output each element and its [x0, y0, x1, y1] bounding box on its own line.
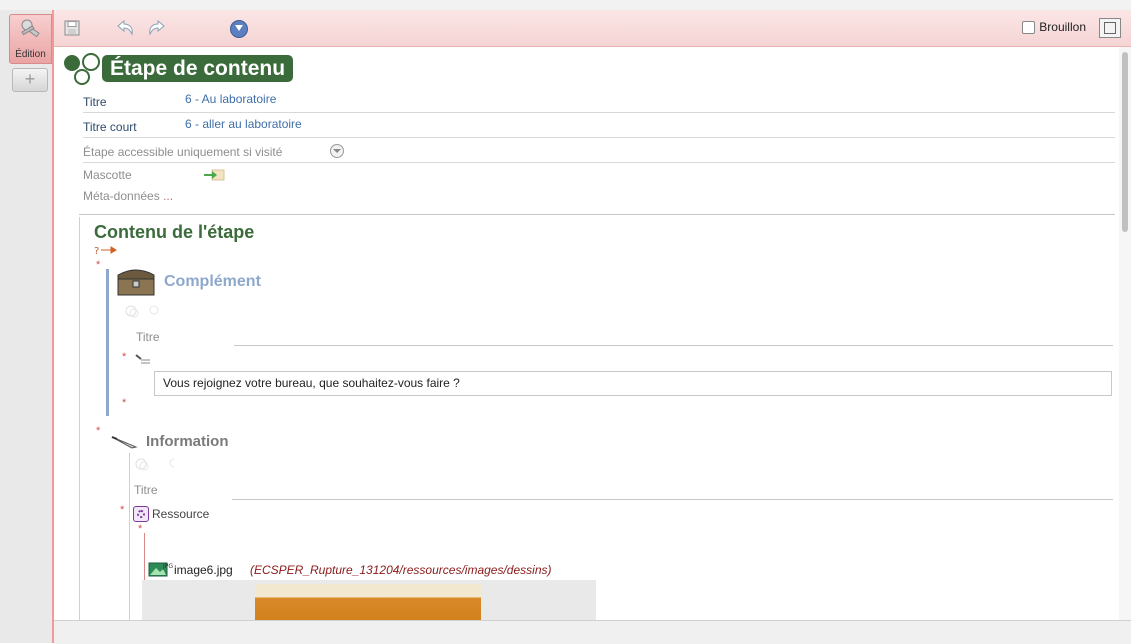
redo-button[interactable]	[146, 18, 166, 38]
tab-edition-label: Édition	[15, 49, 46, 60]
title-field-row: Titre 6 - Au laboratoire	[83, 92, 1115, 113]
undo-button[interactable]	[116, 18, 136, 38]
required-marker: *	[96, 425, 101, 437]
redo-icon	[149, 19, 165, 36]
title-input[interactable]: 6 - Au laboratoire	[185, 92, 276, 106]
tab-edition[interactable]: Édition	[9, 14, 52, 64]
options-circles-icon[interactable]	[134, 457, 174, 471]
information-title-label: Titre	[134, 483, 158, 497]
draft-checkbox[interactable]	[1022, 20, 1036, 34]
pencil-icon	[111, 436, 138, 449]
step-heading: Étape de contenu	[102, 55, 294, 82]
vertical-scrollbar[interactable]	[1119, 47, 1131, 620]
toolbar: Brouillon	[54, 10, 1131, 47]
image-path: (ECSPER_Rupture_131204/ressources/images…	[250, 563, 552, 577]
complement-title-input[interactable]	[234, 345, 1113, 346]
resource-label: Ressource	[152, 507, 210, 521]
complement-text-input[interactable]: Vous rejoignez votre bureau, que souhait…	[154, 371, 1112, 396]
visited-dropdown[interactable]	[330, 144, 344, 158]
complement-heading: Complément	[164, 273, 261, 290]
maximize-button[interactable]	[1099, 18, 1121, 38]
required-marker: *	[138, 523, 143, 535]
mascot-label: Mascotte	[83, 168, 132, 182]
required-marker: *	[96, 259, 101, 271]
plus-icon: +	[24, 69, 36, 89]
draft-label: Brouillon	[1039, 20, 1086, 34]
info-menu-button[interactable]	[230, 20, 248, 38]
draft-toggle[interactable]: Brouillon	[1022, 20, 1086, 34]
information-heading: Information	[146, 433, 229, 450]
undo-icon	[117, 19, 133, 36]
complement-bar	[106, 269, 109, 416]
step-circles-icon	[62, 51, 102, 87]
content-divider	[79, 214, 1115, 215]
metadata-row[interactable]: Méta-données ...	[83, 189, 173, 203]
treasure-chest-icon	[117, 269, 155, 296]
mascot-row: Mascotte	[83, 168, 225, 182]
information-tree-line	[129, 453, 130, 620]
resource-gear-icon[interactable]	[133, 506, 149, 522]
metadata-label: Méta-données	[83, 189, 160, 203]
title-label: Titre	[83, 95, 107, 109]
content-tree-line	[79, 217, 80, 620]
bottom-status-bar	[54, 620, 1131, 644]
image-thumbnail	[255, 584, 481, 620]
editor-content: Étape de contenu Titre 6 - Au laboratoir…	[54, 47, 1119, 620]
left-tab-bar: Édition +	[0, 10, 54, 643]
content-heading: Contenu de l'étape	[94, 222, 255, 242]
svg-text:?: ?	[94, 246, 99, 256]
metadata-more[interactable]: ...	[163, 189, 173, 203]
svg-text:JPG: JPG	[162, 563, 173, 570]
jpg-file-icon: JPG	[148, 562, 173, 577]
information-title-input[interactable]	[232, 499, 1113, 500]
short-title-field-row: Titre court 6 - aller au laboratoire	[83, 117, 1115, 138]
short-title-label: Titre court	[83, 120, 137, 134]
required-marker: *	[120, 504, 125, 516]
import-arrow-icon[interactable]	[203, 167, 225, 181]
complement-title-label: Titre	[136, 330, 160, 344]
question-arrow-icon[interactable]: ?	[94, 244, 118, 256]
tab-add[interactable]: +	[12, 68, 48, 92]
required-marker: *	[122, 351, 127, 363]
save-icon	[64, 20, 80, 36]
complement-text: Vous rejoignez votre bureau, que souhait…	[163, 376, 460, 390]
visited-field-row: Étape accessible uniquement si visité	[83, 142, 1115, 163]
save-button[interactable]	[62, 18, 82, 38]
short-title-input[interactable]: 6 - aller au laboratoire	[185, 117, 302, 131]
image-filename[interactable]: image6.jpg	[174, 563, 233, 577]
resource-tree-line	[144, 533, 145, 581]
options-circles-icon[interactable]	[124, 304, 164, 318]
required-marker: *	[122, 397, 127, 409]
visited-label: Étape accessible uniquement si visité	[83, 145, 283, 159]
chevron-down-icon	[333, 149, 341, 153]
tools-icon	[20, 19, 40, 38]
image-preview	[142, 580, 596, 620]
text-paragraph-icon[interactable]	[135, 354, 151, 366]
scrollbar-thumb[interactable]	[1122, 52, 1128, 232]
